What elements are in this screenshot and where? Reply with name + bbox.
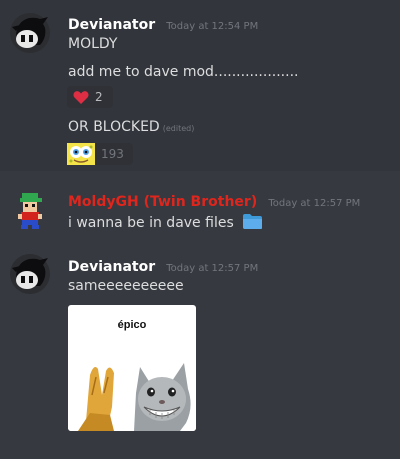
message-text: OR BLOCKED (edited) <box>68 119 194 135</box>
praying-hands-cat-image <box>68 355 196 431</box>
edited-label: (edited) <box>162 124 195 133</box>
heart-emoji-icon <box>73 90 89 104</box>
author-name[interactable]: MoldyGH (Twin Brother) <box>68 194 257 210</box>
author-name[interactable]: Devianator <box>68 259 155 275</box>
folder-emoji-icon <box>243 214 263 229</box>
message-timestamp: Today at 12:54 PM <box>166 21 259 32</box>
image-attachment[interactable]: épico <box>68 305 196 431</box>
devianator-avatar-icon <box>10 254 50 294</box>
message-text: i wanna be in dave files <box>68 213 263 231</box>
author-name[interactable]: Devianator <box>68 17 155 33</box>
reaction-spongebob[interactable]: 193 <box>67 143 133 165</box>
avatar[interactable] <box>10 13 50 53</box>
message-text: add me to dave mod................... <box>68 64 299 80</box>
reaction-count: 2 <box>95 90 103 104</box>
attachment-caption: épico <box>117 319 147 331</box>
message-text: MOLDY <box>68 36 118 52</box>
message-text-content: OR BLOCKED <box>68 119 160 135</box>
moldy-avatar-icon <box>18 193 42 229</box>
reaction-count: 193 <box>101 147 124 161</box>
message-header: Devianator Today at 12:57 PM <box>68 256 258 275</box>
devianator-avatar-icon <box>10 13 50 53</box>
message-header: MoldyGH (Twin Brother) Today at 12:57 PM <box>68 191 360 210</box>
avatar[interactable] <box>10 254 50 294</box>
message-header: Devianator Today at 12:54 PM <box>68 14 258 33</box>
message-text-content: i wanna be in dave files <box>68 215 234 231</box>
message-text: sameeeeeeeeee <box>68 278 184 294</box>
avatar[interactable] <box>10 190 50 230</box>
spongebob-emoji-icon <box>67 143 95 165</box>
reaction-heart[interactable]: 2 <box>67 86 113 108</box>
message-timestamp: Today at 12:57 PM <box>166 263 259 274</box>
message-timestamp: Today at 12:57 PM <box>268 198 361 209</box>
